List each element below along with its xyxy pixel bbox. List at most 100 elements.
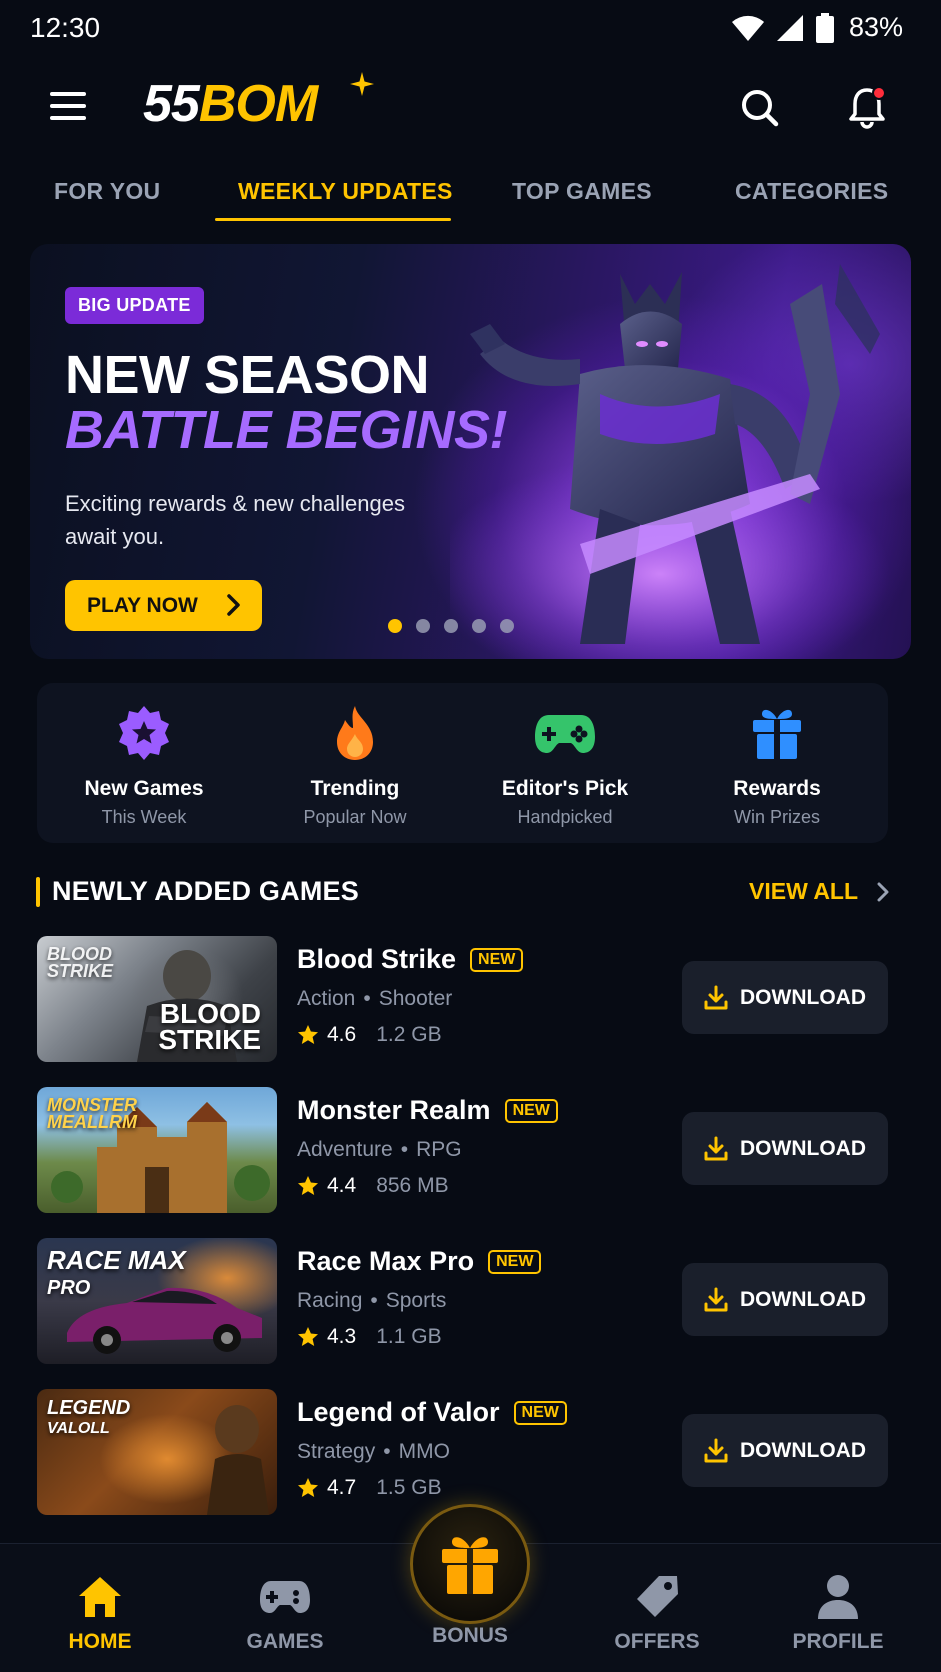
game-size: 1.2 GB [376, 1023, 442, 1046]
game-rating: 4.7 [327, 1476, 357, 1499]
tab-bar: FOR YOU WEEKLY UPDATES TOP GAMES CATEGOR… [0, 170, 941, 222]
game-row[interactable]: RACE MAX PRO Race Max Pro NEW Racing • Spor… [37, 1238, 888, 1364]
view-all-link[interactable]: VIEW ALL [749, 878, 890, 905]
download-button[interactable]: DOWNLOAD [682, 1263, 888, 1336]
game-thumbnail[interactable]: RACE MAX PRO [37, 1238, 277, 1364]
status-icons: 83% [731, 12, 903, 43]
app-logo: 55BOM [143, 75, 318, 133]
download-label: DOWNLOAD [740, 1136, 866, 1160]
game-size: 1.1 GB [376, 1325, 442, 1348]
nav-games[interactable]: GAMES [215, 1572, 355, 1654]
quick-subtitle: Win Prizes [733, 807, 820, 827]
chevron-right-icon [877, 882, 889, 901]
new-badge: NEW [513, 1400, 567, 1425]
quick-subtitle: Handpicked [517, 807, 613, 827]
game-rating: 4.3 [327, 1325, 357, 1348]
sparkle-icon [350, 72, 374, 96]
status-bar: 12:30 83% [0, 0, 941, 60]
game-meta: 4.3 1.1 GB [297, 1325, 442, 1349]
quick-title: Trending [310, 777, 400, 800]
gamepad-icon [535, 715, 595, 753]
hero-banner[interactable]: BIG UPDATE NEW SEASON BATTLE BEGINS! Exc… [30, 244, 911, 659]
search-icon[interactable] [738, 86, 782, 130]
game-genre: Strategy • MMO [297, 1440, 450, 1463]
game-thumbnail[interactable]: BLOOD STRIKE BLOOD STRIKE [37, 936, 277, 1062]
nav-profile[interactable]: PROFILE [768, 1572, 908, 1654]
signal-icon [776, 14, 803, 41]
game-meta: 4.7 1.5 GB [297, 1476, 442, 1500]
carousel-dot[interactable] [472, 619, 486, 633]
thumbnail-title: MONSTER MEALLRM [47, 1095, 137, 1133]
thumbnail-title: LEGEND VALOLL [47, 1397, 131, 1437]
game-thumbnail[interactable]: MONSTER MEALLRM [37, 1087, 277, 1213]
nav-label: OFFERS [614, 1630, 700, 1653]
nav-label: PROFILE [792, 1630, 884, 1653]
game-genre: Racing • Sports [297, 1289, 447, 1312]
game-row[interactable]: LEGEND VALOLL Legend of Valor NEW Strateg… [37, 1389, 888, 1515]
game-size: 1.5 GB [376, 1476, 442, 1499]
nav-label: BONUS [432, 1624, 508, 1647]
section-title: NEWLY ADDED GAMES [52, 876, 359, 906]
game-title: Race Max Pro NEW [297, 1246, 542, 1277]
quick-title: New Games [84, 777, 204, 800]
carousel-dot[interactable] [444, 619, 458, 633]
carousel-dot[interactable] [388, 619, 402, 633]
fire-icon [337, 706, 373, 760]
tab-categories[interactable]: CATEGORIES [735, 178, 888, 205]
quick-subtitle: Popular Now [303, 807, 407, 827]
battery-percent: 83% [848, 12, 903, 42]
download-icon [704, 1136, 728, 1160]
quick-new-games[interactable]: New Games This Week [44, 701, 244, 828]
star-icon [298, 1025, 318, 1044]
game-rating: 4.4 [327, 1174, 357, 1197]
game-title: Blood Strike NEW [297, 944, 524, 975]
tab-for-you[interactable]: FOR YOU [54, 178, 160, 205]
quick-categories: New Games This Week Trending Popular Now… [37, 683, 888, 843]
quick-subtitle: This Week [101, 807, 187, 827]
carousel-dots [388, 619, 514, 633]
download-icon [704, 1438, 728, 1462]
hero-title-line1: NEW SEASON [65, 345, 430, 405]
tab-top-games[interactable]: TOP GAMES [512, 178, 652, 205]
tab-weekly-updates[interactable]: WEEKLY UPDATES [238, 178, 453, 205]
star-icon [298, 1176, 318, 1195]
view-all-label: VIEW ALL [749, 878, 859, 904]
game-thumbnail[interactable]: LEGEND VALOLL [37, 1389, 277, 1515]
quick-title: Editor's Pick [501, 777, 629, 800]
quick-rewards[interactable]: Rewards Win Prizes [677, 701, 877, 828]
hero-description: Exciting rewards & new challenges await … [65, 491, 405, 549]
game-meta: 4.4 856 MB [297, 1174, 449, 1198]
section-accent-bar [36, 877, 40, 907]
carousel-dot[interactable] [416, 619, 430, 633]
gift-icon [442, 1537, 498, 1594]
game-row[interactable]: MONSTER MEALLRM Monster Realm NEW Adventu… [37, 1087, 888, 1213]
nav-home[interactable]: HOME [30, 1572, 170, 1654]
nav-label: GAMES [246, 1630, 324, 1653]
download-label: DOWNLOAD [740, 1287, 866, 1311]
nav-label: HOME [68, 1630, 132, 1653]
game-row[interactable]: BLOOD STRIKE BLOOD STRIKE Blood Strike NEW… [37, 936, 888, 1062]
hamburger-menu-icon[interactable] [50, 92, 90, 128]
new-badge: NEW [488, 1249, 542, 1274]
notification-bell-icon[interactable] [844, 84, 890, 130]
download-button[interactable]: DOWNLOAD [682, 1414, 888, 1487]
hero-title-line2: BATTLE BEGINS! [65, 400, 507, 460]
chevron-right-icon [227, 594, 240, 616]
carousel-dot[interactable] [500, 619, 514, 633]
nav-offers[interactable]: OFFERS [587, 1572, 727, 1654]
play-now-button[interactable]: PLAY NOW [65, 580, 262, 631]
download-button[interactable]: DOWNLOAD [682, 961, 888, 1034]
game-name-text: Race Max Pro [297, 1246, 475, 1276]
star-badge-icon [119, 706, 169, 760]
star-icon [298, 1478, 318, 1497]
thumbnail-title: BLOOD STRIKE [158, 997, 261, 1056]
hero-badge: BIG UPDATE [65, 287, 204, 324]
game-meta: 4.6 1.2 GB [297, 1023, 442, 1047]
thumbnail-title: RACE MAX PRO [47, 1245, 186, 1299]
user-icon [818, 1575, 858, 1619]
bonus-button[interactable] [410, 1504, 530, 1624]
quick-editors-pick[interactable]: Editor's Pick Handpicked [465, 701, 665, 828]
gamepad-icon [260, 1581, 310, 1613]
download-button[interactable]: DOWNLOAD [682, 1112, 888, 1185]
quick-trending[interactable]: Trending Popular Now [255, 701, 455, 828]
